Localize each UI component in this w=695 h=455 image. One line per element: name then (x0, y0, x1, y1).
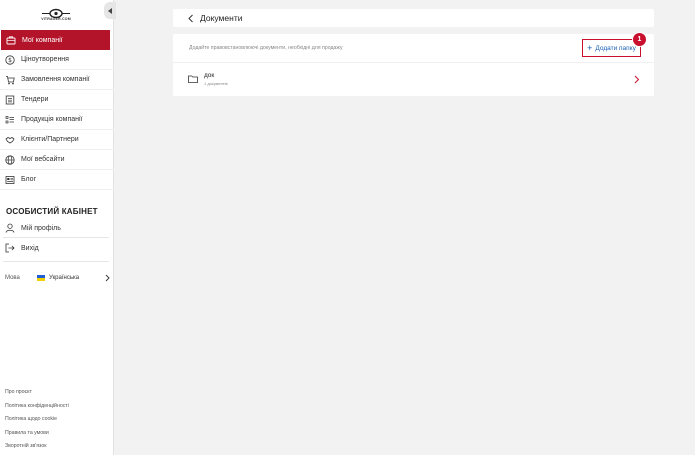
language-label: Мова (5, 275, 20, 281)
sidebar-item-blog[interactable]: Блог (0, 170, 114, 190)
sidebar-item-label: Ціноутворення (21, 56, 69, 63)
cart-icon (5, 75, 15, 85)
folder-row[interactable]: док 1 документів (188, 72, 643, 88)
documents-hint: Додайте правовстановлюючі документи, нео… (189, 45, 343, 51)
language-selector[interactable]: Мова Українська (5, 273, 110, 283)
footer-link-privacy[interactable]: Політика конфіденційності (5, 400, 69, 414)
dollar-icon: $ (5, 54, 15, 65)
globe-icon (5, 154, 15, 165)
briefcase-icon (6, 35, 16, 45)
user-icon (5, 223, 15, 233)
logout-icon (5, 243, 15, 253)
chevron-right-icon (105, 274, 110, 282)
add-folder-label: Додати папку (595, 44, 636, 52)
page-title: Документи (200, 13, 243, 23)
sidebar-item-tenders[interactable]: Тендери (0, 90, 114, 110)
sidebar-item-my-profile[interactable]: Мій профіль (5, 221, 61, 235)
sidebar-item-pricing[interactable]: $ Ціноутворення (0, 50, 114, 70)
plus-icon: + (587, 42, 593, 53)
sidebar-item-clients-partners[interactable]: Клієнти/Партнери (0, 130, 114, 150)
sidebar-item-label: Клієнти/Партнери (21, 136, 79, 143)
language-value: Українська (49, 275, 80, 281)
folder-name: док (204, 72, 215, 79)
logout-label: Вихід (21, 244, 39, 252)
step-badge: 1 (632, 32, 647, 47)
footer-link-cookie[interactable]: Політика щодо cookie (5, 413, 69, 427)
checklist-icon (5, 115, 15, 125)
sidebar-item-logout[interactable]: Вихід (5, 241, 39, 255)
chevron-right-icon (634, 75, 640, 84)
sidebar-item-company-orders[interactable]: Замовлення компанії (0, 70, 114, 90)
logo[interactable]: VITRAGER.COM (34, 6, 78, 23)
page-header: Документи (173, 9, 654, 27)
sidebar-item-label: Тендери (21, 96, 49, 103)
newspaper-icon (5, 175, 15, 185)
footer-link-about[interactable]: Про проєкт (5, 386, 69, 400)
divider (3, 261, 109, 262)
sidebar-item-label: Мої компанії (22, 36, 63, 44)
profile-label: Мій профіль (21, 224, 61, 232)
divider (173, 62, 654, 63)
handshake-icon (5, 135, 15, 145)
sidebar-item-my-websites[interactable]: Мої вебсайти (0, 150, 114, 170)
document-list-icon (5, 95, 15, 105)
footer-link-feedback[interactable]: Зворотній зв'язок (5, 440, 69, 454)
sidebar-item-company-products[interactable]: Продукція компанії (0, 110, 114, 130)
ukraine-flag-icon (37, 275, 45, 281)
footer-links: Про проєкт Політика конфіденційності Пол… (5, 386, 69, 454)
svg-text:$: $ (8, 57, 12, 64)
sidebar-item-my-companies[interactable]: Мої компанії (1, 30, 110, 50)
sidebar-item-label: Блог (21, 176, 37, 183)
sidebar: VITRAGER.COM Мої компанії $ Ціноутворенн… (0, 0, 116, 455)
sidebar-item-label: Продукція компанії (21, 116, 83, 123)
footer-link-terms[interactable]: Правила та умови (5, 427, 69, 441)
sidebar-menu: Мої компанії $ Ціноутворення Замовлення … (0, 30, 114, 190)
main-content: Документи Додайте правовстановлюючі доку… (114, 0, 695, 455)
sidebar-item-label: Замовлення компанії (21, 76, 90, 83)
divider (3, 237, 109, 238)
folder-document-count: 1 документів (204, 81, 228, 86)
personal-cabinet-title: ОСОБИСТИЙ КАБІНЕТ (6, 207, 98, 216)
sidebar-item-label: Мої вебсайти (21, 156, 65, 163)
documents-card: Додайте правовстановлюючі документи, нео… (173, 34, 654, 96)
logo-text: VITRAGER.COM (41, 17, 71, 21)
folder-icon (188, 75, 198, 83)
back-chevron-icon[interactable] (187, 14, 194, 23)
